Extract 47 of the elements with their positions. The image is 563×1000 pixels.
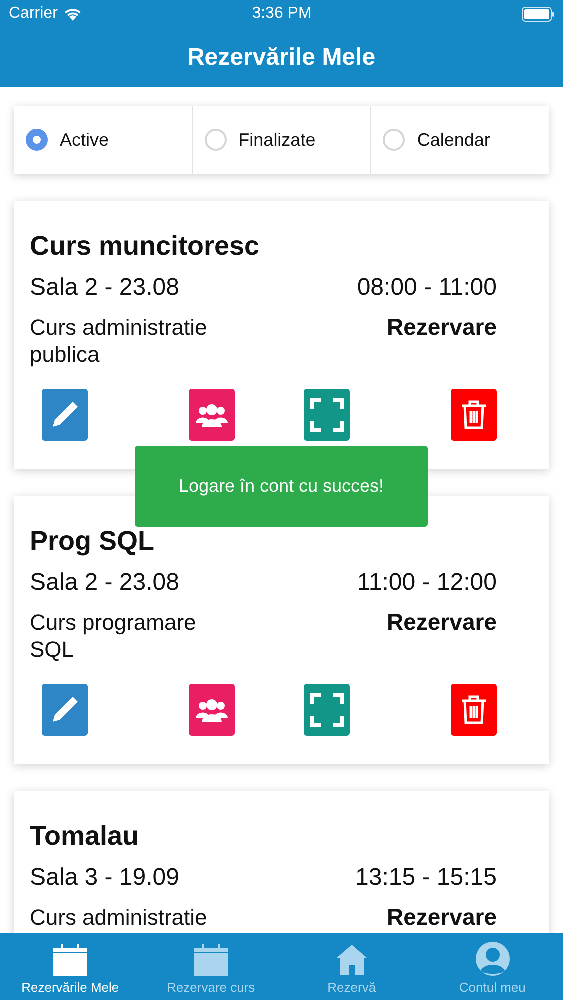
calendar-icon <box>53 944 88 976</box>
wifi-icon <box>64 8 82 20</box>
course-title: Tomalau <box>30 821 140 852</box>
filter-option[interactable]: Finalizate <box>192 106 372 174</box>
filter-option[interactable]: Calendar <box>371 106 550 174</box>
tab-item[interactable]: Rezervările Mele <box>0 933 141 1000</box>
delete-button[interactable] <box>451 389 497 441</box>
booking-status: Rezervare <box>387 904 497 931</box>
calendar-icon <box>194 944 228 976</box>
scan-button[interactable] <box>304 684 350 736</box>
tab-item[interactable]: Rezervă <box>282 933 422 1000</box>
room-date: Sala 2 - 23.08 <box>30 569 180 597</box>
edit-button[interactable] <box>42 684 88 736</box>
tab-item[interactable]: Rezervare curs <box>140 933 282 1000</box>
time-range: 08:00 - 11:00 <box>357 274 497 302</box>
course-title: Curs muncitoresc <box>30 231 261 262</box>
course-description: Curs programare SQL <box>30 609 198 663</box>
course-description: Curs administratie <box>30 904 208 931</box>
course-description: Curs administratie publica <box>30 314 208 368</box>
booking-status: Rezervare <box>387 314 497 341</box>
house-icon <box>336 944 368 976</box>
clock: 3:36 PM <box>252 5 312 23</box>
delete-button[interactable] <box>451 684 497 736</box>
screen-title: Rezervările Mele <box>187 44 376 72</box>
radio-button[interactable] <box>26 129 48 151</box>
user-icon <box>476 942 510 976</box>
edit-button[interactable] <box>42 389 88 441</box>
participants-button[interactable] <box>189 684 235 736</box>
booking-status: Rezervare <box>387 609 497 636</box>
scan-frame-icon <box>310 693 344 727</box>
trash-icon <box>461 400 487 430</box>
carrier-label: Carrier <box>9 5 58 23</box>
trash-icon <box>461 695 487 725</box>
room-date: Sala 2 - 23.08 <box>30 274 180 302</box>
people-icon <box>195 698 229 722</box>
people-icon <box>195 403 229 427</box>
filter-option[interactable]: Active <box>14 106 193 174</box>
course-title: Prog SQL <box>30 526 156 557</box>
time-range: 13:15 - 15:15 <box>356 864 497 892</box>
room-date: Sala 3 - 19.09 <box>30 864 180 892</box>
scan-button[interactable] <box>304 389 350 441</box>
participants-button[interactable] <box>189 389 235 441</box>
scan-frame-icon <box>310 398 344 432</box>
battery-icon <box>522 6 555 22</box>
success-toast: Logare în cont cu succes! <box>135 446 428 527</box>
tab-item[interactable]: Contul meu <box>422 933 563 1000</box>
time-range: 11:00 - 12:00 <box>357 569 497 597</box>
